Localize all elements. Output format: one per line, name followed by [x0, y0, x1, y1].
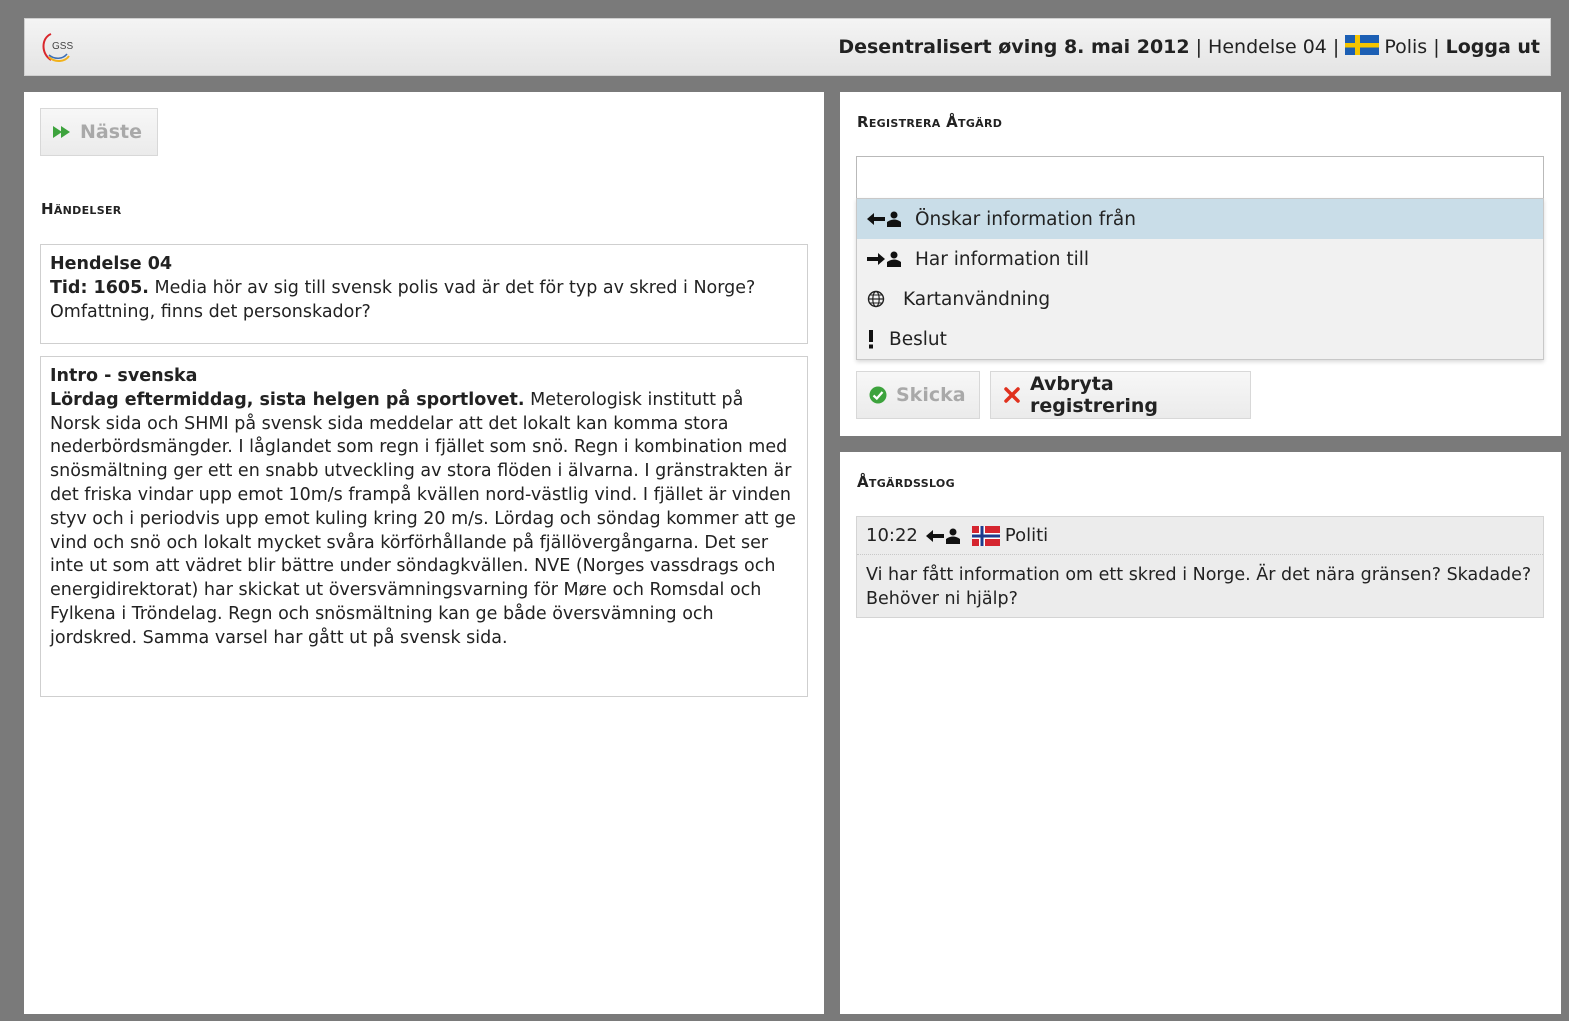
check-circle-icon [869, 386, 887, 404]
log-party: Politi [1004, 525, 1049, 546]
cancel-registration-button[interactable]: Avbryta registrering [990, 371, 1251, 419]
option-label: Beslut [889, 328, 947, 350]
norway-flag-icon [971, 525, 1000, 546]
option-label: Har information till [915, 248, 1090, 270]
logout-link[interactable]: Logga ut [1446, 36, 1540, 58]
globe-icon [867, 290, 903, 308]
separator: | [1195, 36, 1203, 58]
svg-text:GSS: GSS [52, 41, 73, 52]
option-label: Kartanvändning [903, 288, 1051, 310]
register-action-panel: Registrera Åtgärd Önskar information frå… [840, 92, 1561, 436]
event-label: Hendelse 04 [1208, 36, 1327, 58]
role-label: Polis [1384, 36, 1428, 58]
gss-logo: GSS [39, 30, 79, 64]
intro-card: Intro - svenska Lördag eftermiddag, sist… [40, 356, 808, 697]
option-decision[interactable]: Beslut [857, 319, 1543, 359]
event-text: Tid: 1605. Media hör av sig till svensk … [50, 277, 798, 325]
log-heading: Åtgärdsslog [857, 473, 955, 491]
log-entry: 10:22 Politi Vi har fått information om … [856, 516, 1544, 618]
action-type-input[interactable] [856, 156, 1544, 200]
option-provide-info[interactable]: Har information till [857, 239, 1543, 279]
event-body: Media hör av sig till svensk polis vad ä… [50, 277, 756, 322]
log-entry-header: 10:22 Politi [857, 517, 1543, 555]
event-card: Hendelse 04 Tid: 1605. Media hör av sig … [40, 244, 808, 344]
exclamation-icon [867, 329, 889, 349]
request-info-icon [867, 211, 915, 227]
close-icon [1003, 386, 1021, 404]
separator: | [1332, 36, 1340, 58]
log-time: 10:22 [866, 525, 918, 546]
intro-text: Lördag eftermiddag, sista helgen på spor… [50, 389, 798, 651]
events-heading: Händelser [41, 200, 122, 218]
action-log-panel: Åtgärdsslog 10:22 Politi Vi har fått inf… [840, 452, 1561, 1014]
next-button-label: Näste [80, 121, 143, 143]
fast-forward-icon [53, 126, 71, 138]
option-label: Önskar information från [915, 208, 1136, 230]
separator: | [1433, 36, 1440, 58]
send-button[interactable]: Skicka [856, 371, 980, 419]
sweden-flag-icon [1345, 34, 1380, 60]
log-entry-text: Vi har fått information om ett skred i N… [866, 565, 1532, 609]
next-button[interactable]: Näste [40, 108, 158, 156]
option-map-usage[interactable]: Kartanvändning [857, 279, 1543, 319]
intro-lead: Lördag eftermiddag, sista helgen på spor… [50, 389, 525, 410]
request-info-icon [925, 528, 964, 544]
send-button-label: Skicka [896, 384, 966, 406]
session-info: Desentralisert øving 8. mai 2012 | Hende… [838, 34, 1540, 60]
exercise-title: Desentralisert øving 8. mai 2012 [838, 36, 1190, 58]
provide-info-icon [867, 251, 915, 267]
register-heading: Registrera Åtgärd [857, 113, 1003, 131]
option-request-info[interactable]: Önskar information från [857, 199, 1543, 239]
intro-title: Intro - svenska [50, 366, 198, 386]
event-lead: Tid: 1605. [50, 277, 149, 298]
top-bar: GSS Desentralisert øving 8. mai 2012 | H… [24, 18, 1551, 76]
action-type-dropdown: Önskar information från Har information … [856, 198, 1544, 360]
intro-body: Meterologisk institutt på Norsk sida och… [50, 389, 796, 648]
events-panel: Näste Händelser Hendelse 04 Tid: 1605. M… [24, 92, 824, 1014]
event-title: Hendelse 04 [50, 254, 173, 274]
cancel-button-label: Avbryta registrering [1030, 373, 1159, 417]
